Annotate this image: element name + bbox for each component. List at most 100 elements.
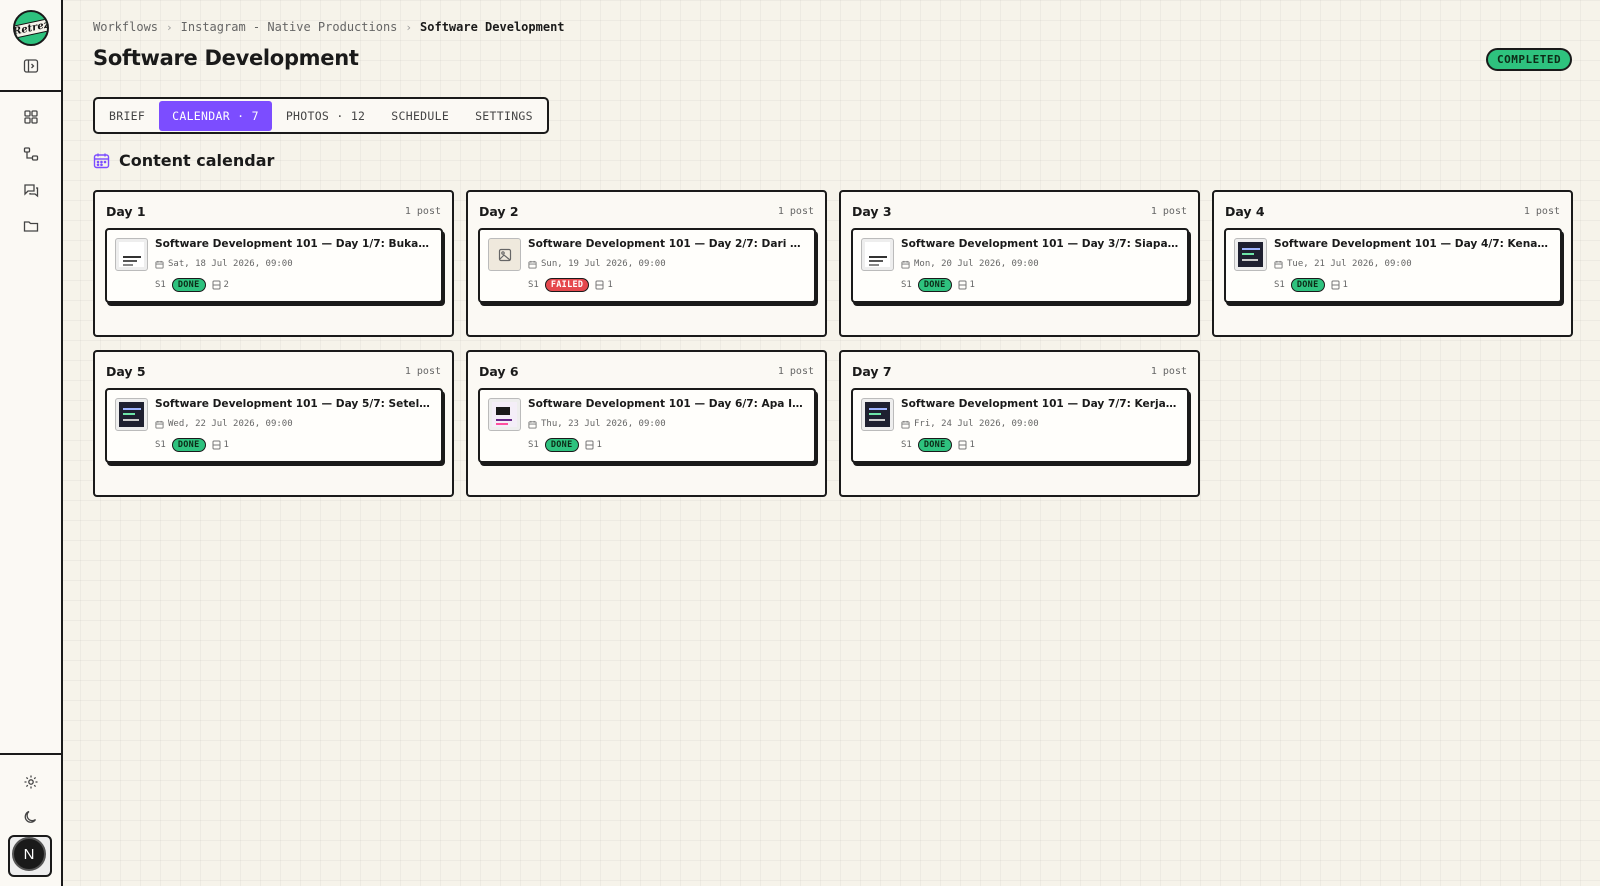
post-status-badge: DONE [917, 278, 952, 292]
logo[interactable]: Retrez [13, 10, 49, 46]
sidebar-divider [0, 90, 61, 92]
day-title: Day 5 [106, 364, 146, 379]
status-badge: COMPLETED [1486, 48, 1573, 71]
post-thumbnail [861, 398, 894, 431]
post-status-badge: DONE [917, 438, 952, 452]
tab-calendar[interactable]: CALENDAR · 7 [159, 100, 272, 131]
post-card[interactable]: Software Development 101 — Day 7/7: Kerj… [851, 388, 1189, 463]
post-card[interactable]: Software Development 101 — Day 4/7: Kena… [1224, 228, 1562, 303]
tab-brief[interactable]: BRIEF [97, 102, 157, 130]
post-card[interactable]: Software Development 101 — Day 2/7: Dari… [478, 228, 816, 303]
post-meta: S1 FAILED 1 [528, 278, 613, 292]
post-date-text: Sat, 18 Jul 2026, 09:00 [168, 259, 293, 269]
post-card[interactable]: Software Development 101 — Day 6/7: Apa … [478, 388, 816, 463]
post-date: Mon, 20 Jul 2026, 09:00 [901, 259, 1039, 269]
post-thumbnail [115, 398, 148, 431]
folder-icon[interactable] [17, 212, 45, 240]
workflow-icon[interactable] [17, 140, 45, 168]
moon-icon[interactable] [17, 803, 45, 831]
post-date-text: Wed, 22 Jul 2026, 09:00 [168, 419, 293, 429]
post-image-count: 1 [585, 440, 602, 450]
image-count-icon [958, 280, 967, 290]
post-meta: S1 DONE 1 [528, 438, 602, 452]
post-title: Software Development 101 — Day 7/7: Kerj… [901, 398, 1179, 410]
sidebar-divider-bottom [0, 753, 61, 755]
post-thumbnail [115, 238, 148, 271]
page-title: Software Development [93, 46, 359, 70]
tab-bar: BRIEF CALENDAR · 7 PHOTOS · 12 SCHEDULE … [93, 97, 549, 134]
post-date: Sat, 18 Jul 2026, 09:00 [155, 259, 293, 269]
post-date: Wed, 22 Jul 2026, 09:00 [155, 419, 293, 429]
settings-icon[interactable] [17, 768, 45, 796]
post-card[interactable]: Software Development 101 — Day 1/7: Buka… [105, 228, 443, 303]
post-thumbnail [488, 398, 521, 431]
post-slot: S1 [1274, 280, 1285, 290]
day-card: Day 5 1 post Software Development 101 — Da… [93, 350, 454, 497]
day-post-count: 1 post [777, 366, 814, 377]
post-slot: S1 [155, 440, 166, 450]
tab-photos[interactable]: PHOTOS · 12 [274, 102, 377, 130]
image-count-icon [585, 440, 594, 450]
breadcrumb-workflows[interactable]: Workflows [93, 20, 158, 34]
post-title: Software Development 101 — Day 6/7: Apa … [528, 398, 806, 410]
post-status-badge: DONE [544, 438, 579, 452]
image-count-icon [212, 280, 221, 290]
logo-text: Retrez [15, 17, 47, 39]
calendar-grid: Day 1 1 post Software Development 101 — Da… [93, 190, 1573, 497]
post-card[interactable]: Software Development 101 — Day 3/7: Siap… [851, 228, 1189, 303]
panel-toggle-icon[interactable] [17, 52, 45, 80]
calendar-small-icon [901, 260, 910, 269]
post-image-count: 1 [595, 280, 613, 290]
day-card: Day 4 1 post Software Development 101 — Da… [1212, 190, 1573, 337]
day-card: Day 7 1 post Software Development 101 — Da… [839, 350, 1200, 497]
day-card: Day 1 1 post Software Development 101 — Da… [93, 190, 454, 337]
post-image-count: 1 [958, 280, 975, 290]
image-count-icon [595, 280, 604, 290]
section-header: Content calendar [93, 151, 274, 170]
post-slot: S1 [901, 440, 912, 450]
day-title: Day 2 [479, 204, 519, 219]
day-card: Day 6 1 post Software Development 101 — Da… [466, 350, 827, 497]
post-title: Software Development 101 — Day 5/7: Sete… [155, 398, 433, 410]
post-status-badge: FAILED [544, 278, 590, 292]
image-count-value: 1 [607, 280, 613, 290]
chat-icon[interactable] [17, 176, 45, 204]
post-date: Thu, 23 Jul 2026, 09:00 [528, 419, 666, 429]
post-image-count: 2 [212, 280, 229, 290]
post-card[interactable]: Software Development 101 — Day 5/7: Sete… [105, 388, 443, 463]
post-title: Software Development 101 — Day 1/7: Buka… [155, 238, 433, 250]
post-date-text: Thu, 23 Jul 2026, 09:00 [541, 419, 666, 429]
day-post-count: 1 post [404, 366, 441, 377]
day-title: Day 1 [106, 204, 146, 219]
calendar-icon [93, 153, 110, 169]
post-date-text: Tue, 21 Jul 2026, 09:00 [1287, 259, 1412, 269]
post-thumbnail [1234, 238, 1267, 271]
day-post-count: 1 post [1523, 206, 1560, 217]
post-status-badge: DONE [171, 278, 206, 292]
image-count-icon [958, 440, 967, 450]
tab-schedule[interactable]: SCHEDULE [379, 102, 461, 130]
breadcrumb-project[interactable]: Instagram - Native Productions [181, 20, 398, 34]
day-post-count: 1 post [1150, 366, 1187, 377]
day-card: Day 2 1 post Software Development 101 — Da… [466, 190, 827, 337]
image-count-value: 1 [1342, 280, 1348, 290]
post-meta: S1 DONE 1 [901, 278, 975, 292]
section-title: Content calendar [119, 151, 275, 170]
calendar-small-icon [155, 420, 164, 429]
day-post-count: 1 post [1150, 206, 1187, 217]
post-meta: S1 DONE 1 [155, 438, 229, 452]
image-count-value: 1 [969, 280, 975, 290]
post-slot: S1 [528, 280, 539, 290]
dashboard-icon[interactable] [17, 103, 45, 131]
tab-settings[interactable]: SETTINGS [463, 102, 545, 130]
user-menu[interactable]: N [8, 835, 52, 877]
calendar-small-icon [901, 420, 910, 429]
post-date-text: Mon, 20 Jul 2026, 09:00 [914, 259, 1039, 269]
post-thumbnail [861, 238, 894, 271]
day-title: Day 4 [1225, 204, 1265, 219]
image-count-value: 1 [596, 440, 602, 450]
day-post-count: 1 post [404, 206, 441, 217]
breadcrumb: Workflows › Instagram - Native Productio… [93, 20, 565, 34]
calendar-small-icon [1274, 260, 1283, 269]
post-title: Software Development 101 — Day 3/7: Siap… [901, 238, 1179, 250]
